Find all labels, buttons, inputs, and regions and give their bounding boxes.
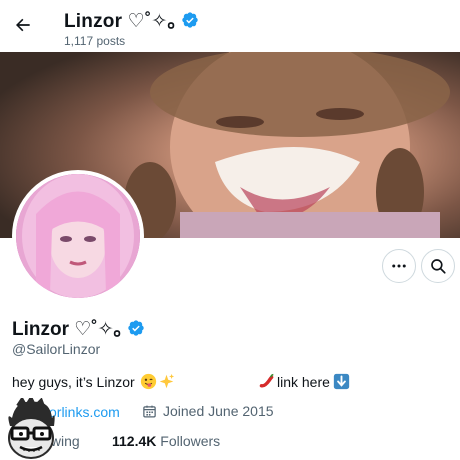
avatar-photo <box>16 174 140 298</box>
more-dots-icon <box>392 264 406 268</box>
more-button[interactable] <box>382 249 416 283</box>
bio-link-line: link here <box>258 373 350 390</box>
avatar-image <box>16 174 140 298</box>
posts-count: 1,117 posts <box>64 34 126 48</box>
followers-count: 112.4K <box>112 433 157 449</box>
cartoon-face-watermark <box>0 394 62 460</box>
bio-link-text: link here <box>277 373 330 390</box>
chili-pepper-emoji-icon <box>259 373 274 388</box>
profile-avatar[interactable] <box>12 170 144 302</box>
top-bar: Linzor ♡˚✧｡ 1,117 posts <box>0 0 460 52</box>
verified-badge-icon <box>182 11 198 28</box>
profile-meta: zorlinks.com Joined June 2015 <box>0 402 460 424</box>
calendar-icon <box>143 405 156 417</box>
user-handle: @SailorLinzor <box>12 341 101 357</box>
back-button[interactable] <box>8 10 38 40</box>
display-name: Linzor ♡˚✧｡ <box>12 314 145 341</box>
follow-counts: lowing 112.4K Followers <box>0 432 460 454</box>
winking-tongue-emoji-icon <box>140 373 156 390</box>
followers-link[interactable]: 112.4K Followers <box>112 433 220 449</box>
joined-date: Joined June 2015 <box>142 403 274 419</box>
verified-badge-icon[interactable] <box>127 319 145 337</box>
search-icon <box>431 259 446 274</box>
arrow-left-icon <box>16 18 30 32</box>
header-name: Linzor ♡˚✧｡ <box>64 11 178 32</box>
display-name-text: Linzor ♡˚✧｡ <box>12 319 124 340</box>
bio: hey guys, it’s Linzor <box>12 373 175 390</box>
search-button[interactable] <box>421 249 455 283</box>
joined-text: Joined June 2015 <box>163 403 274 419</box>
sparkles-emoji-icon <box>159 373 174 389</box>
down-arrow-button-icon <box>333 373 350 390</box>
nerd-face-icon <box>8 394 55 459</box>
bio-text: hey guys, it’s Linzor <box>12 373 135 390</box>
header-title: Linzor ♡˚✧｡ <box>64 6 199 33</box>
followers-label: Followers <box>160 433 221 449</box>
